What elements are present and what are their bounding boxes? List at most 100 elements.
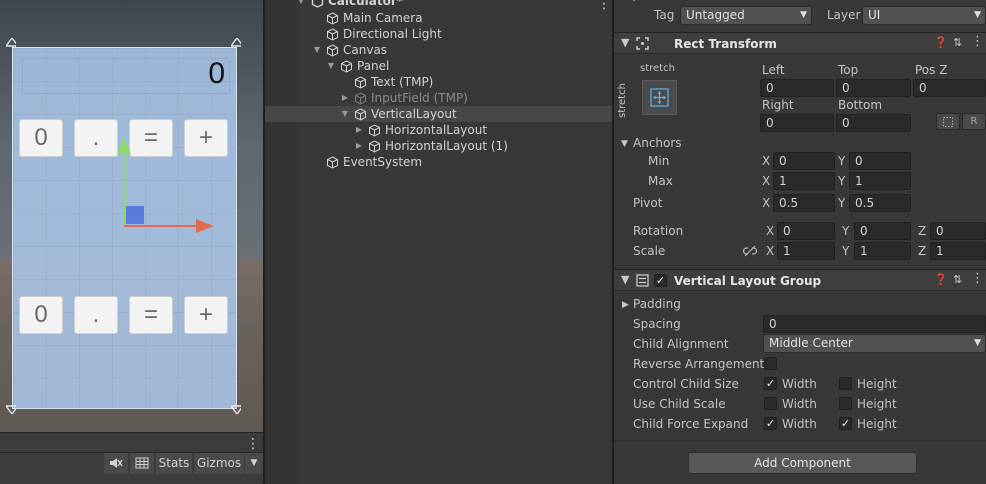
expand-arrow-icon[interactable]: ▼ [340, 106, 350, 122]
scene-view[interactable]: 0 0 . = + 0 . = + ⋮ Stats Gizmos ▼ [0, 0, 263, 484]
gizmo-plane-handle[interactable] [126, 206, 144, 224]
gizmo-y-axis[interactable] [123, 150, 125, 226]
collapse-arrow-icon[interactable]: ▶ [354, 122, 364, 138]
foldout-arrow-icon[interactable]: ▼ [621, 36, 629, 49]
anchor-max-y-field[interactable]: 1 [849, 172, 911, 190]
key-plus-row1[interactable]: + [184, 119, 228, 157]
component-title: Rect Transform [674, 37, 777, 51]
scale-z-field[interactable]: 1 [930, 242, 986, 260]
gizmo-x-arrow-icon[interactable] [196, 219, 214, 233]
stats-button[interactable]: Stats [156, 453, 192, 474]
x-label: X [766, 244, 775, 258]
anchor-presets-button[interactable] [642, 80, 677, 115]
expand-arrow-icon[interactable]: ▼ [326, 58, 336, 74]
anchor-handle-top-right-icon[interactable] [231, 38, 241, 48]
component-menu-kebab-icon[interactable]: ⋮ [971, 34, 984, 49]
collapse-arrow-icon[interactable]: ▶ [354, 138, 364, 154]
rotation-x-field[interactable]: 0 [777, 222, 835, 240]
rect-transform-header[interactable]: ▼ Rect Transform ❓ ⇅ ⋮ [614, 32, 986, 54]
gizmos-button[interactable]: Gizmos [194, 453, 244, 474]
rotation-y-field[interactable]: 0 [854, 222, 911, 240]
spacing-field[interactable]: 0 [763, 315, 986, 333]
hierarchy-item-panel[interactable]: ▼ Panel [265, 58, 612, 74]
scale-y-field[interactable]: 1 [854, 242, 911, 260]
raw-edit-button[interactable]: R [962, 113, 986, 130]
hierarchy-item-text-tmp[interactable]: Text (TMP) [265, 74, 612, 90]
hierarchy-item-directional-light[interactable]: Directional Light [265, 26, 612, 42]
preset-icon[interactable]: ⇅ [953, 36, 962, 49]
add-component-button[interactable]: Add Component [688, 452, 917, 474]
blueprint-mode-button[interactable] [936, 113, 960, 130]
scene-menu-kebab-icon[interactable]: ⋮ [246, 436, 260, 452]
hierarchy-item-verticallayout[interactable]: ▼ VerticalLayout [265, 106, 612, 122]
hierarchy-item-canvas[interactable]: ▼ Canvas [265, 42, 612, 58]
rotation-z-field[interactable]: 0 [930, 222, 986, 240]
anchor-handle-top-left-icon[interactable] [6, 38, 16, 48]
control-child-size-height-checkbox[interactable] [839, 377, 852, 390]
key-0-row1[interactable]: 0 [19, 119, 63, 157]
audio-mute-button[interactable] [104, 453, 128, 474]
use-child-scale-width-checkbox[interactable] [764, 397, 777, 410]
stretch-horizontal-label: stretch [640, 63, 675, 74]
help-icon[interactable]: ❓ [934, 273, 948, 286]
foldout-arrow-icon[interactable]: ▼ [621, 273, 629, 286]
hierarchy-item-horizontallayout[interactable]: ▶ HorizontalLayout [265, 122, 612, 138]
key-dot-row2[interactable]: . [74, 296, 118, 334]
layer-dropdown[interactable]: UI ▼ [862, 6, 986, 25]
grid-icon [135, 457, 149, 469]
hierarchy-menu-kebab-icon[interactable]: ⋮ [597, 0, 611, 12]
anchors-foldout-arrow-icon[interactable]: ▼ [621, 139, 628, 149]
child-alignment-dropdown[interactable]: Middle Center ▼ [763, 334, 986, 353]
key-equals-row1[interactable]: = [129, 119, 173, 157]
key-plus-row2[interactable]: + [184, 296, 228, 334]
top-field[interactable]: 0 [836, 79, 911, 97]
hierarchy-item-horizontallayout-1[interactable]: ▶ HorizontalLayout (1) [265, 138, 612, 154]
component-enabled-checkbox[interactable]: ✓ [654, 274, 667, 287]
pivot-x-field[interactable]: 0.5 [773, 194, 835, 212]
scale-x-field[interactable]: 1 [777, 242, 835, 260]
bottom-field[interactable]: 0 [836, 114, 911, 132]
control-child-size-width-checkbox[interactable]: ✓ [764, 377, 777, 390]
padding-foldout-arrow-icon[interactable]: ▶ [622, 300, 629, 310]
anchor-max-x-field[interactable]: 1 [773, 172, 835, 190]
posz-field[interactable]: 0 [913, 79, 986, 97]
hierarchy-item-main-camera[interactable]: Main Camera [265, 10, 612, 26]
gizmos-dropdown-chevron-icon[interactable]: ▼ [245, 453, 263, 474]
inspector-divider [614, 440, 986, 441]
anchor-handle-bottom-right-icon[interactable] [231, 404, 241, 414]
hierarchy-item-label: HorizontalLayout (1) [385, 139, 508, 153]
anchor-min-x-field[interactable]: 0 [773, 152, 835, 170]
help-icon[interactable]: ❓ [934, 36, 948, 49]
key-dot-row1[interactable]: . [74, 119, 118, 157]
collapse-arrow-icon[interactable]: ▶ [340, 90, 350, 106]
anchor-min-y-field[interactable]: 0 [849, 152, 911, 170]
tag-dropdown[interactable]: Untagged ▼ [680, 6, 812, 25]
child-force-expand-height-checkbox[interactable]: ✓ [839, 417, 852, 430]
gameobject-cube-icon [327, 12, 338, 25]
unity-scene-icon [311, 0, 324, 8]
hierarchy-item-eventsystem[interactable]: EventSystem [265, 154, 612, 170]
expand-arrow-icon[interactable]: ▼ [312, 42, 322, 58]
key-equals-row2[interactable]: = [129, 296, 173, 334]
grid-button[interactable] [130, 453, 154, 474]
display-text-rect [22, 58, 230, 94]
pivot-y-field[interactable]: 0.5 [849, 194, 911, 212]
component-menu-kebab-icon[interactable]: ⋮ [971, 271, 984, 286]
preset-icon[interactable]: ⇅ [953, 273, 962, 286]
gizmo-y-arrow-icon[interactable] [117, 137, 131, 154]
y-label: Y [842, 224, 850, 238]
gizmo-x-axis[interactable] [124, 225, 200, 227]
anchor-handle-bottom-left-icon[interactable] [6, 404, 16, 414]
expand-arrow-icon[interactable]: ▼ [296, 0, 306, 9]
constrain-proportions-link-icon[interactable] [743, 245, 757, 257]
use-child-scale-height-checkbox[interactable] [839, 397, 852, 410]
hierarchy-item-calculator[interactable]: ▼ Calculator* [265, 0, 612, 9]
reverse-arrangement-checkbox[interactable] [764, 357, 777, 370]
vertical-layout-group-header[interactable]: ▼ ✓ Vertical Layout Group ❓ ⇅ ⋮ [614, 269, 986, 291]
left-field[interactable]: 0 [760, 79, 834, 97]
tag-label: Tag [654, 8, 675, 22]
hierarchy-item-inputfield-tmp[interactable]: ▶ InputField (TMP) [265, 90, 612, 106]
right-field[interactable]: 0 [760, 114, 834, 132]
child-force-expand-width-checkbox[interactable]: ✓ [764, 417, 777, 430]
key-0-row2[interactable]: 0 [19, 296, 63, 334]
